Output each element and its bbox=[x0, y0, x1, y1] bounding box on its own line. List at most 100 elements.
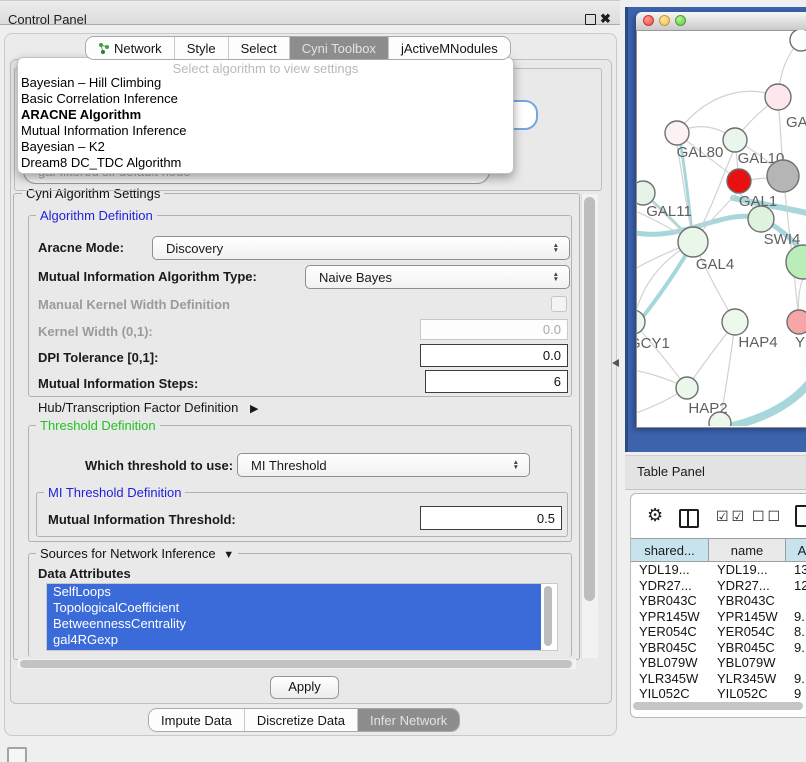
table-cell: 9. bbox=[786, 640, 806, 656]
algorithm-option[interactable]: Mutual Information Inference bbox=[21, 123, 507, 139]
column-header-name[interactable]: name bbox=[709, 539, 786, 561]
network-node[interactable] bbox=[790, 30, 806, 51]
table-row[interactable]: YLR345WYLR345W9. bbox=[631, 671, 806, 687]
unchecked-boxes-icon[interactable]: ☐☐ bbox=[752, 508, 783, 525]
table-row[interactable]: YBR045CYBR045C9. bbox=[631, 640, 806, 656]
table-cell: YER054C bbox=[709, 624, 786, 640]
tab-select[interactable]: Select bbox=[229, 37, 290, 59]
algorithm-option[interactable]: Bayesian – Hill Climbing bbox=[21, 75, 507, 91]
network-node-gal11[interactable] bbox=[637, 181, 655, 205]
document-icon[interactable] bbox=[795, 505, 806, 527]
stepper-icon: ▲▼ bbox=[553, 272, 559, 282]
mi-steps-label: Mutual Information Steps: bbox=[38, 376, 198, 391]
tab-label: Infer Network bbox=[370, 713, 447, 728]
sources-title: Sources for Network Inference bbox=[40, 546, 216, 561]
stepper-icon: ▲▼ bbox=[513, 460, 519, 470]
mi-threshold-input[interactable] bbox=[420, 506, 562, 530]
table-row[interactable]: YER054CYER054C8. bbox=[631, 624, 806, 640]
kernel-width-label: Kernel Width (0,1): bbox=[38, 324, 153, 339]
algorithm-option[interactable]: Bayesian – K2 bbox=[21, 139, 507, 155]
zoom-traffic-light[interactable] bbox=[675, 15, 686, 26]
attribute-item[interactable]: BetweennessCentrality bbox=[47, 616, 541, 632]
float-window-icon[interactable] bbox=[585, 14, 596, 25]
attribute-item[interactable] bbox=[47, 648, 541, 651]
split-panel-icon[interactable] bbox=[679, 509, 699, 528]
network-node-gal10[interactable] bbox=[723, 128, 747, 152]
dock-icon[interactable] bbox=[7, 747, 27, 762]
apply-button[interactable]: Apply bbox=[270, 676, 339, 699]
network-node-swi4[interactable] bbox=[748, 206, 774, 232]
data-attributes-list[interactable]: SelfLoopsTopologicalCoefficientBetweenne… bbox=[46, 583, 558, 651]
table-row[interactable]: YPR145WYPR145W9. bbox=[631, 609, 806, 625]
minimize-traffic-light[interactable] bbox=[659, 15, 670, 26]
settings-vscroll-thumb[interactable] bbox=[584, 197, 595, 601]
aracne-mode-label: Aracne Mode: bbox=[38, 240, 124, 255]
tab-infer-network[interactable]: Infer Network bbox=[358, 709, 459, 731]
mi-threshold-legend: MI Threshold Definition bbox=[44, 486, 185, 499]
attribute-item[interactable]: TopologicalCoefficient bbox=[47, 600, 541, 616]
network-edge[interactable] bbox=[637, 322, 687, 388]
tab-cyni-toolbox[interactable]: Cyni Toolbox bbox=[290, 37, 389, 59]
table-row[interactable]: YBR043CYBR043C bbox=[631, 593, 806, 609]
table-row[interactable]: YBL079WYBL079W bbox=[631, 655, 806, 671]
aracne-mode-combo[interactable]: Discovery ▲▼ bbox=[152, 236, 570, 260]
tab-impute-data[interactable]: Impute Data bbox=[149, 709, 245, 731]
close-icon[interactable]: ✖ bbox=[600, 11, 611, 27]
algorithm-option[interactable]: ARACNE Algorithm bbox=[21, 107, 507, 123]
which-threshold-combo[interactable]: MI Threshold ▲▼ bbox=[237, 453, 530, 477]
tab-jactivemnodules[interactable]: jActiveMNodules bbox=[389, 37, 510, 59]
algorithm-option[interactable]: Dream8 DC_TDC Algorithm bbox=[21, 155, 507, 171]
close-traffic-light[interactable] bbox=[643, 15, 654, 26]
network-node-gal80[interactable] bbox=[665, 121, 689, 145]
control-panel-tabs: NetworkStyleSelectCyni ToolboxjActiveMNo… bbox=[85, 36, 511, 60]
settings-hscroll-thumb[interactable] bbox=[20, 660, 572, 668]
network-node-y[interactable] bbox=[787, 310, 806, 334]
attribute-item[interactable]: SelfLoops bbox=[47, 584, 541, 600]
data-attributes-label: Data Attributes bbox=[38, 566, 131, 581]
sources-legend[interactable]: Sources for Network Inference ▼ bbox=[36, 547, 238, 562]
manual-kernel-checkbox[interactable] bbox=[551, 296, 567, 312]
column-header-A[interactable]: A bbox=[786, 539, 806, 561]
mouse-cursor bbox=[612, 359, 619, 367]
table-cell: 9. bbox=[786, 609, 806, 625]
mi-steps-input[interactable] bbox=[425, 370, 568, 393]
hub-definition-expander[interactable]: Hub/Transcription Factor Definition ▶ bbox=[38, 400, 258, 415]
tab-discretize-data[interactable]: Discretize Data bbox=[245, 709, 358, 731]
table-hscroll-thumb[interactable] bbox=[633, 702, 803, 710]
table-cell: 8. bbox=[786, 624, 806, 640]
aracne-mode-value: Discovery bbox=[166, 241, 223, 256]
table-row[interactable]: YIL052CYIL052C9 bbox=[631, 686, 806, 702]
mi-type-combo[interactable]: Naive Bayes ▲▼ bbox=[305, 265, 570, 289]
table-row[interactable]: YDL19...YDL19...13 bbox=[631, 562, 806, 578]
expanded-arrow-icon: ▼ bbox=[223, 549, 234, 561]
table-panel-title: Table Panel bbox=[637, 464, 705, 479]
network-edge[interactable] bbox=[677, 91, 778, 133]
column-header-shared[interactable]: shared... bbox=[631, 539, 709, 561]
network-node-label: GCY1 bbox=[637, 335, 670, 352]
tab-style[interactable]: Style bbox=[175, 37, 229, 59]
table-row[interactable]: YDR27...YDR27...12 bbox=[631, 578, 806, 594]
network-node-gal[interactable] bbox=[765, 84, 791, 110]
tab-network[interactable]: Network bbox=[86, 37, 175, 59]
table-cell: 13 bbox=[786, 562, 806, 578]
network-node-hap2[interactable] bbox=[676, 377, 698, 399]
table-cell: YBL079W bbox=[709, 655, 786, 671]
kernel-width-input[interactable] bbox=[420, 319, 568, 340]
network-canvas[interactable]: GALGAL80GAL10GAL1GAL11SWI4GAL4GCY1HAP4YH… bbox=[637, 30, 806, 426]
attribute-item[interactable]: gal4RGexp bbox=[47, 632, 541, 648]
gear-icon[interactable]: ⚙ bbox=[647, 505, 663, 526]
network-node-gal4[interactable] bbox=[678, 227, 708, 257]
algorithm-option[interactable]: Basic Correlation Inference bbox=[21, 91, 507, 107]
network-node-hap4[interactable] bbox=[722, 309, 748, 335]
checked-boxes-icon[interactable]: ☑☑ bbox=[716, 508, 747, 525]
network-node-gal1[interactable] bbox=[727, 169, 751, 193]
table-cell: 9 bbox=[786, 686, 806, 702]
network-node[interactable] bbox=[767, 160, 799, 192]
network-node[interactable] bbox=[786, 245, 806, 279]
tab-label: Impute Data bbox=[161, 713, 232, 728]
attributes-scrollbar-thumb[interactable] bbox=[544, 586, 552, 646]
table-cell: YBR045C bbox=[709, 640, 786, 656]
dpi-tolerance-label: DPI Tolerance [0,1]: bbox=[38, 350, 158, 365]
table-cell: YLR345W bbox=[709, 671, 786, 687]
dpi-tolerance-input[interactable] bbox=[420, 344, 568, 367]
